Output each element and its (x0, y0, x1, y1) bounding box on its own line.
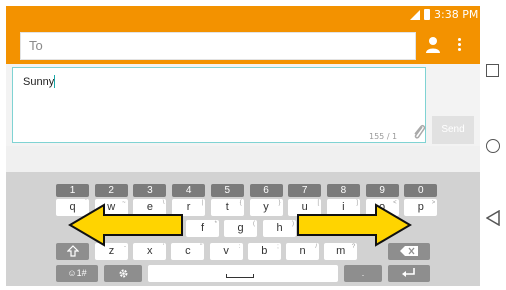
key-secondary-label: ; (277, 244, 279, 250)
key-f-label: f (200, 222, 205, 234)
key-5-label: 5 (224, 185, 231, 196)
key-secondary-label: > (431, 200, 436, 206)
enter-key[interactable] (388, 265, 430, 282)
period-key-label: . (361, 268, 365, 278)
key-7-label: 7 (301, 185, 308, 196)
key-t[interactable]: t{ (210, 199, 244, 216)
key-f[interactable]: f * (186, 220, 219, 237)
left-arrow-icon (68, 203, 183, 247)
to-field[interactable]: To (20, 32, 416, 60)
recent-apps-icon[interactable] (486, 64, 499, 77)
key-secondary-label: ) (292, 221, 294, 227)
phone-screen: 3:38 PM To Sunny 155 / 1 Send 1 2 3 4 5 … (6, 6, 480, 286)
symbols-key-label: ☺1# (67, 268, 87, 278)
key-secondary-label: : (238, 244, 241, 250)
key-0[interactable]: 0 (404, 184, 438, 197)
text-cursor (54, 75, 55, 88)
key-4[interactable]: 4 (172, 184, 206, 197)
key-9[interactable]: 9 (365, 184, 399, 197)
status-bar: 3:38 PM (6, 6, 480, 24)
period-key[interactable]: . (344, 265, 382, 282)
contact-icon[interactable] (424, 36, 442, 54)
home-icon[interactable] (486, 139, 500, 153)
key-2-label: 2 (108, 185, 114, 196)
key-2[interactable]: 2 (94, 184, 128, 197)
key-y[interactable]: y} (249, 199, 283, 216)
key-secondary-label: } (278, 200, 281, 206)
key-t-label: t (225, 201, 229, 213)
message-text: Sunny (23, 76, 55, 88)
settings-key[interactable] (104, 265, 142, 282)
key-y-label: y (263, 201, 269, 213)
key-c-label: c (185, 245, 191, 257)
key-b[interactable]: b; (247, 243, 281, 260)
gear-icon (119, 269, 127, 278)
more-vert-icon[interactable] (454, 36, 464, 54)
screen: 3:38 PM To Sunny 155 / 1 Send 1 2 3 4 5 … (0, 0, 506, 290)
key-5[interactable]: 5 (210, 184, 244, 197)
key-secondary-label: { (239, 200, 242, 206)
key-0-label: 0 (418, 185, 424, 196)
key-8[interactable]: 8 (326, 184, 360, 197)
message-input[interactable]: Sunny 155 / 1 (12, 67, 426, 143)
status-time: 3:38 PM (434, 8, 479, 21)
key-3-label: 3 (147, 185, 153, 196)
space-bar-indicator (226, 274, 254, 278)
key-g[interactable]: g( (224, 220, 257, 237)
enter-icon (402, 268, 415, 277)
key-b-label: b (261, 245, 268, 257)
key-6-label: 6 (263, 185, 269, 196)
recipient-header: To (6, 24, 480, 64)
right-arrow-icon (297, 203, 412, 247)
key-r-label: r (186, 201, 191, 213)
key-g-label: g (237, 222, 244, 234)
key-h[interactable]: h) (263, 220, 296, 237)
paperclip-icon[interactable] (411, 123, 427, 141)
key-6[interactable]: 6 (249, 184, 283, 197)
back-icon[interactable] (486, 210, 500, 226)
key-v-label: v (223, 245, 229, 257)
key-1-label: 1 (69, 185, 76, 196)
key-7[interactable]: 7 (288, 184, 322, 197)
send-button[interactable]: Send (432, 116, 474, 144)
key-secondary-label: ( (253, 221, 255, 227)
signal-icon (410, 10, 420, 20)
key-4-label: 4 (185, 185, 192, 196)
key-secondary-label: * (214, 221, 217, 227)
key-1[interactable]: 1 (56, 184, 89, 197)
key-h-label: h (276, 222, 283, 234)
key-v[interactable]: v: (209, 243, 243, 260)
key-p-label: p (417, 201, 424, 213)
key-secondary-label: " (200, 244, 203, 250)
key-secondary-label: | (201, 200, 204, 206)
key-3[interactable]: 3 (133, 184, 167, 197)
compose-area: Sunny 155 / 1 Send (6, 64, 480, 146)
keyboard-top-gap (6, 146, 480, 172)
symbols-key[interactable]: ☺1# (56, 265, 98, 282)
key-8-label: 8 (340, 185, 347, 196)
space-bar[interactable] (148, 265, 338, 282)
character-counter: 155 / 1 (369, 132, 398, 141)
battery-icon (424, 9, 430, 20)
key-9-label: 9 (379, 185, 385, 196)
